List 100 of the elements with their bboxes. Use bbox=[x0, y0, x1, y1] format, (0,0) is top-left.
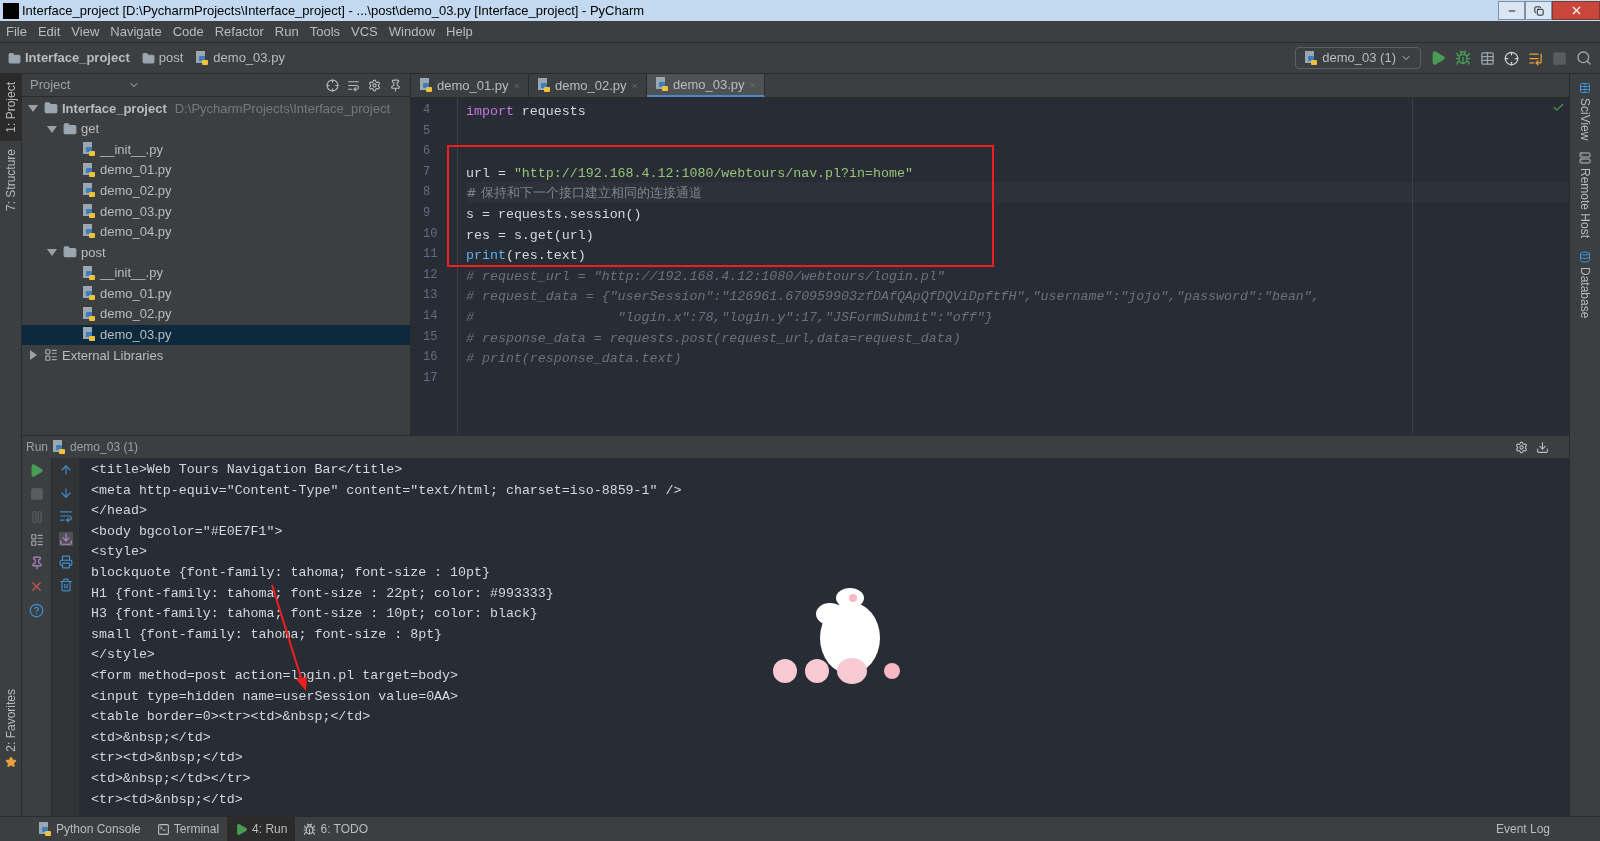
settings-icon bbox=[1515, 440, 1528, 454]
code-line: print(res.text) bbox=[466, 248, 586, 264]
tool-window-tab[interactable]: 1: Project bbox=[0, 74, 21, 141]
output-line: blockquote {font-family: tahoma; font-size : 10pt} bbox=[91, 563, 490, 582]
search-icon bbox=[1576, 50, 1592, 66]
tree-label: demo_03.py bbox=[100, 202, 172, 221]
table-icon bbox=[1579, 82, 1591, 94]
output-line: <td>&nbsp;</td></tr> bbox=[91, 769, 251, 788]
menu-item[interactable]: VCS bbox=[351, 21, 378, 42]
tree-item[interactable]: External Libraries bbox=[22, 345, 410, 366]
library-icon bbox=[44, 348, 58, 363]
tool-window-tab[interactable]: Remote Host bbox=[1576, 152, 1594, 239]
tool-window-tab[interactable]: 2: Favorites bbox=[0, 681, 21, 776]
tool-window-tab[interactable]: 4: Run bbox=[227, 817, 296, 841]
menu-item[interactable]: Refactor bbox=[214, 21, 264, 42]
event-log-link[interactable]: Event Log bbox=[1495, 820, 1550, 838]
tree-item[interactable]: demo_03.py bbox=[22, 200, 410, 222]
breadcrumb[interactable]: Interface_project bbox=[8, 48, 130, 68]
output-line: H3 {font-family: tahoma; font-size : 10pt; color: black} bbox=[91, 605, 538, 624]
output-line: <tr><td>&nbsp;</td> bbox=[91, 749, 243, 768]
menu-item[interactable]: View bbox=[71, 21, 100, 42]
tree-label: demo_04.py bbox=[100, 223, 172, 242]
collapsed-triangle-icon[interactable] bbox=[28, 350, 38, 361]
tool-window-tab[interactable]: Terminal bbox=[148, 817, 228, 841]
output-line: </head> bbox=[91, 502, 147, 521]
python-file-icon bbox=[82, 142, 96, 157]
locate-icon bbox=[326, 78, 339, 92]
app-logo-icon bbox=[3, 2, 19, 19]
tree-item[interactable]: demo_04.py bbox=[22, 221, 410, 243]
python-file-icon bbox=[52, 439, 66, 455]
output-line: <meta http-equiv="Content-Type" content="text/html; charset=iso-8859-1" /> bbox=[91, 481, 682, 500]
server-icon bbox=[1579, 152, 1591, 165]
code-line: # request_url = "http://192.168.4.12:1080/webtours/login.pl" bbox=[466, 268, 945, 284]
tool-window-tab[interactable]: SciView bbox=[1576, 82, 1594, 141]
python-file-icon bbox=[38, 821, 52, 837]
terminal-icon bbox=[156, 822, 170, 836]
line-number: 5 bbox=[422, 122, 432, 140]
restore-icon bbox=[1533, 5, 1544, 16]
settings-icon bbox=[368, 78, 381, 92]
code-line: # response_data = requests.post(request_url,data=request_data) bbox=[466, 330, 961, 346]
menu-item[interactable]: Window bbox=[388, 21, 436, 42]
folder-icon bbox=[141, 51, 155, 65]
project-path: D:\PycharmProjects\Interface_project bbox=[174, 99, 391, 118]
tree-item[interactable]: Interface_project D:\PycharmProjects\Interface_project bbox=[22, 98, 410, 119]
python-file-icon bbox=[537, 78, 551, 93]
close-icon bbox=[29, 579, 44, 594]
tool-window-tab[interactable]: Database bbox=[1576, 250, 1594, 318]
output-line: <table border=0><tr><td>&nbsp;</td> bbox=[91, 708, 371, 727]
tool-window-tab[interactable]: 6: TODO bbox=[295, 817, 377, 841]
run-icon bbox=[1430, 50, 1446, 66]
editor-tab[interactable]: demo_01.py bbox=[411, 74, 529, 97]
menu-item[interactable]: Navigate bbox=[110, 21, 162, 42]
menu-item[interactable]: Code bbox=[172, 21, 204, 42]
tree-item[interactable]: demo_02.py bbox=[22, 303, 410, 325]
line-number: 6 bbox=[422, 143, 432, 161]
tree-label: External Libraries bbox=[62, 346, 164, 365]
breadcrumb[interactable]: demo_03.py bbox=[195, 48, 285, 68]
folder-icon bbox=[63, 121, 77, 136]
folder-icon bbox=[63, 245, 77, 260]
menu-item[interactable]: Tools bbox=[309, 21, 341, 42]
close-button[interactable] bbox=[1552, 1, 1600, 20]
tree-label: __init__.py bbox=[100, 264, 163, 283]
menu-item[interactable]: Run bbox=[274, 21, 299, 42]
run-config-dropdown[interactable]: demo_03 (1) bbox=[1295, 47, 1421, 69]
tree-item[interactable]: post bbox=[22, 242, 410, 263]
tool-window-tab[interactable]: 7: Structure bbox=[0, 140, 21, 219]
expanded-triangle-icon[interactable] bbox=[47, 247, 57, 258]
minimize-button[interactable] bbox=[1498, 1, 1525, 20]
tree-label: post bbox=[81, 243, 106, 262]
line-number: 14 bbox=[422, 307, 439, 325]
restore-button[interactable] bbox=[1525, 1, 1552, 20]
python-file-icon bbox=[82, 265, 96, 281]
breadcrumb[interactable]: post bbox=[141, 48, 184, 68]
expanded-triangle-icon[interactable] bbox=[28, 103, 38, 114]
debug-icon bbox=[1455, 50, 1471, 66]
menu-item[interactable]: File bbox=[6, 21, 27, 42]
line-number: 8 bbox=[422, 184, 432, 202]
tree-item[interactable]: get bbox=[22, 118, 410, 140]
tree-item[interactable]: demo_03.py bbox=[22, 324, 410, 346]
python-file-icon bbox=[419, 78, 433, 93]
stop-icon bbox=[1552, 50, 1567, 66]
expanded-triangle-icon[interactable] bbox=[47, 123, 57, 134]
editor-tab[interactable]: demo_03.py bbox=[647, 74, 765, 97]
tree-label: get bbox=[81, 120, 100, 139]
tree-item[interactable]: demo_01.py bbox=[22, 283, 410, 304]
pause-icon bbox=[29, 510, 44, 524]
database-icon bbox=[1579, 250, 1591, 263]
menu-item[interactable]: Help bbox=[446, 21, 473, 42]
tool-window-tab[interactable]: Python Console bbox=[30, 817, 149, 841]
tree-item[interactable]: demo_01.py bbox=[22, 159, 410, 181]
menu-item[interactable]: Edit bbox=[37, 21, 61, 42]
tree-label: demo_02.py bbox=[100, 305, 172, 324]
tree-item[interactable]: __init__.py bbox=[22, 139, 410, 160]
tree-item[interactable]: __init__.py bbox=[22, 262, 410, 284]
tree-label: demo_02.py bbox=[100, 181, 172, 200]
tree-label: Interface_project bbox=[62, 99, 167, 118]
tree-item[interactable]: demo_02.py bbox=[22, 180, 410, 201]
code-line: import requests bbox=[466, 104, 586, 119]
panel-title[interactable]: Project bbox=[30, 75, 120, 95]
python-file-icon bbox=[82, 224, 96, 240]
